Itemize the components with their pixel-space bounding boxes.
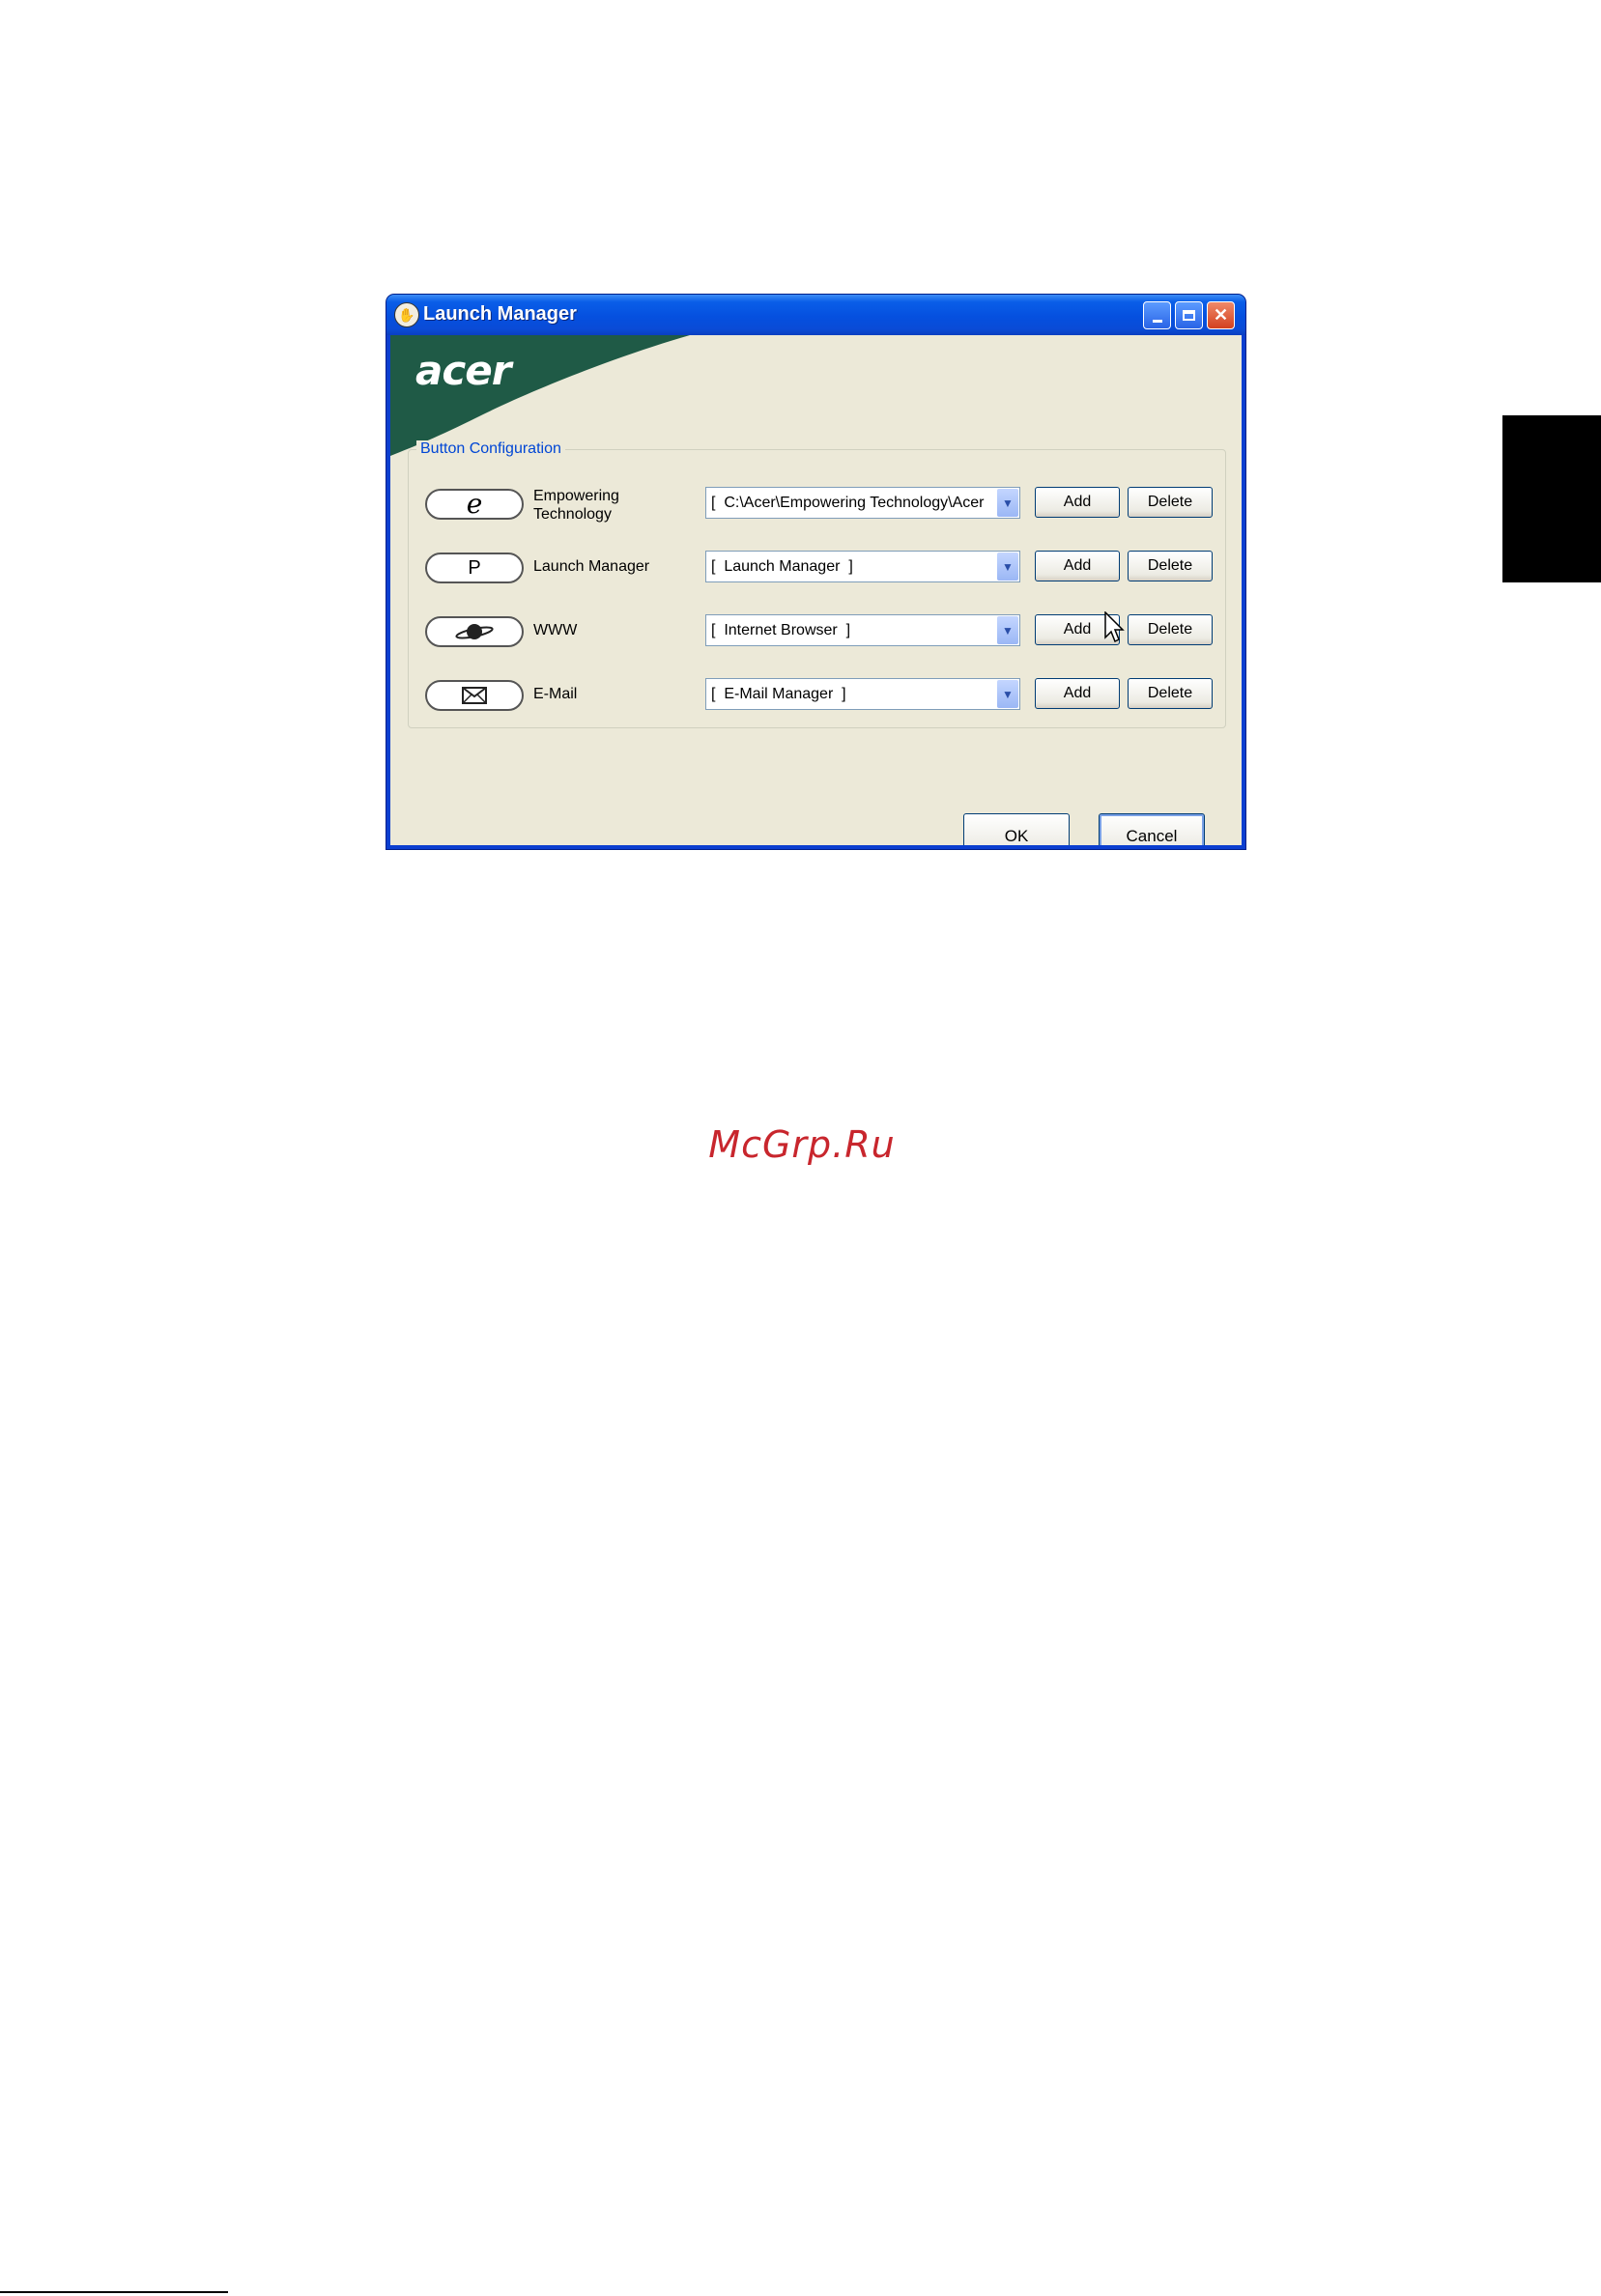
e-key-button[interactable]: e [425, 489, 524, 520]
dialog-client-area: acer Button Configuration e Empowering T… [390, 335, 1242, 845]
close-icon: ✕ [1213, 305, 1229, 325]
delete-button[interactable]: Delete [1128, 614, 1213, 645]
delete-button[interactable]: Delete [1128, 487, 1213, 518]
program-select[interactable]: [ E-Mail Manager ] ▼ [705, 678, 1020, 710]
chevron-down-icon[interactable]: ▼ [997, 616, 1018, 644]
close-button[interactable]: ✕ [1207, 301, 1235, 329]
program-select-value: [ E-Mail Manager ] [711, 686, 846, 702]
www-key-button[interactable] [425, 616, 524, 647]
program-select[interactable]: [ Launch Manager ] ▼ [705, 551, 1020, 582]
chevron-down-icon[interactable]: ▼ [997, 489, 1018, 517]
p-icon: P [468, 556, 481, 579]
delete-button[interactable]: Delete [1128, 678, 1213, 709]
program-select-value: [ Internet Browser ] [711, 622, 851, 638]
row-label: Launch Manager [533, 558, 650, 575]
config-row-launch-manager: P Launch Manager [ Launch Manager ] ▼ Ad… [409, 551, 1225, 589]
add-button[interactable]: Add [1035, 551, 1120, 581]
add-button[interactable]: Add [1035, 678, 1120, 709]
planet-icon [455, 624, 494, 639]
row-label: WWW [533, 622, 578, 638]
row-label: E-Mail [533, 686, 578, 702]
cancel-button[interactable]: Cancel [1099, 813, 1205, 845]
launch-manager-window: ✋ Launch Manager ✕ acer Button Configura… [386, 295, 1245, 849]
config-row-empowering: e Empowering Technology [ C:\Acer\Empowe… [409, 487, 1225, 525]
chevron-down-icon[interactable]: ▼ [997, 680, 1018, 708]
maximize-icon [1183, 310, 1195, 321]
program-select[interactable]: [ Internet Browser ] ▼ [705, 614, 1020, 646]
watermark: McGrp.Ru [708, 1123, 896, 1166]
minimize-icon [1152, 320, 1162, 323]
app-icon[interactable]: ✋ [394, 302, 419, 327]
chapter-tab [1502, 415, 1601, 582]
config-row-email: E-Mail [ E-Mail Manager ] ▼ Add Delete [409, 678, 1225, 717]
program-select-value: [ Launch Manager ] [711, 558, 853, 575]
title-bar[interactable]: ✋ Launch Manager ✕ [386, 295, 1245, 335]
program-select[interactable]: [ C:\Acer\Empowering Technology\Acer ▼ [705, 487, 1020, 519]
email-key-button[interactable] [425, 680, 524, 711]
window-title: Launch Manager [423, 303, 577, 325]
e-icon: e [466, 488, 483, 520]
config-row-www: WWW [ Internet Browser ] ▼ Add Delete [409, 614, 1225, 653]
envelope-icon [462, 687, 487, 704]
minimize-button[interactable] [1143, 301, 1171, 329]
mouse-pointer-icon [1104, 611, 1125, 643]
footer-rule [0, 2291, 228, 2293]
ok-button[interactable]: OK [963, 813, 1070, 845]
acer-logo: acer [415, 347, 511, 394]
row-label: Empowering Technology [533, 488, 619, 523]
button-configuration-group: Button Configuration e Empowering Techno… [408, 440, 1226, 728]
add-button[interactable]: Add [1035, 487, 1120, 518]
delete-button[interactable]: Delete [1128, 551, 1213, 581]
group-label: Button Configuration [416, 440, 565, 458]
program-select-value: [ C:\Acer\Empowering Technology\Acer [711, 495, 985, 511]
maximize-button[interactable] [1175, 301, 1203, 329]
p-key-button[interactable]: P [425, 553, 524, 583]
chevron-down-icon[interactable]: ▼ [997, 553, 1018, 581]
